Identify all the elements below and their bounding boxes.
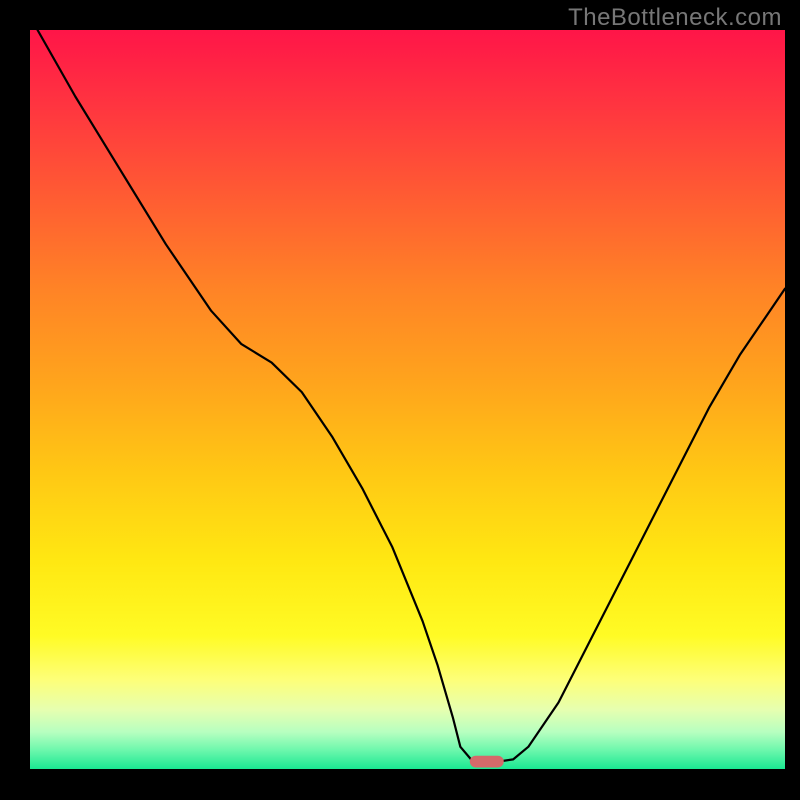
chart-svg xyxy=(30,30,785,769)
background-gradient xyxy=(30,30,785,769)
plot-area xyxy=(30,30,785,769)
watermark-text: TheBottleneck.com xyxy=(568,4,782,32)
optimum-marker xyxy=(470,756,504,768)
chart-container: TheBottleneck.com xyxy=(0,0,800,800)
